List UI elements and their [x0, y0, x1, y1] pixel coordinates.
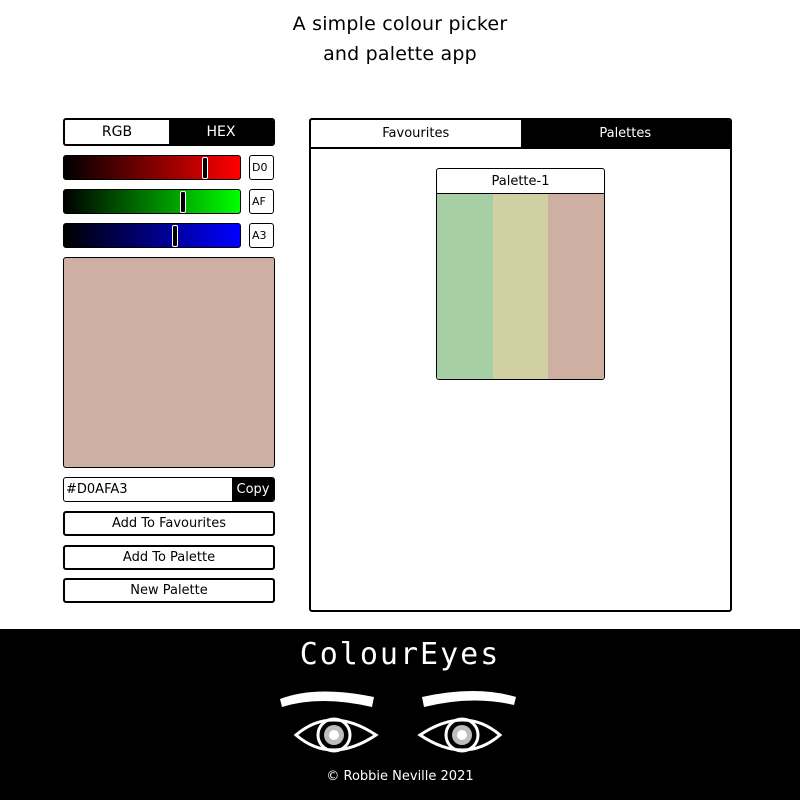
- color-preview-swatch: [63, 257, 275, 468]
- app-subtitle-line-1: A simple colour picker: [292, 13, 508, 35]
- palette-color-1[interactable]: [437, 194, 493, 379]
- green-hex-value[interactable]: AF: [249, 189, 274, 214]
- collections-panel: Favourites Palettes Palette-1: [309, 118, 732, 612]
- mode-hex-button[interactable]: HEX: [169, 120, 273, 144]
- blue-slider[interactable]: [63, 223, 241, 248]
- mode-toggle: RGB HEX: [63, 118, 275, 146]
- green-slider-handle[interactable]: [180, 191, 186, 213]
- blue-slider-handle[interactable]: [172, 225, 178, 247]
- panel-tabs: Favourites Palettes: [311, 120, 730, 149]
- add-to-palette-button[interactable]: Add To Palette: [63, 545, 275, 570]
- palette-color-2[interactable]: [492, 194, 549, 379]
- new-palette-button[interactable]: New Palette: [63, 578, 275, 603]
- palette-color-3[interactable]: [548, 194, 604, 379]
- palette-colors: [437, 194, 604, 379]
- copyright-text: © Robbie Neville 2021: [326, 769, 474, 784]
- palette-card[interactable]: Palette-1: [436, 168, 605, 380]
- add-to-favourites-button[interactable]: Add To Favourites: [63, 511, 275, 536]
- tab-palettes[interactable]: Palettes: [520, 120, 730, 147]
- mode-rgb-button[interactable]: RGB: [65, 120, 169, 144]
- eyes-logo-icon: [280, 691, 516, 753]
- blue-hex-value[interactable]: A3: [249, 223, 274, 248]
- app-subtitle-line-2: and palette app: [323, 43, 477, 65]
- palette-title: Palette-1: [437, 169, 604, 194]
- brand-logo-text: ColourEyes: [299, 637, 501, 672]
- green-slider[interactable]: [63, 189, 241, 214]
- copy-button[interactable]: Copy: [232, 478, 274, 501]
- red-hex-value[interactable]: D0: [249, 155, 274, 180]
- footer: ColourEyes © Robbie Neville 2021: [0, 629, 800, 800]
- hex-code-input[interactable]: #D0AFA3: [64, 478, 232, 501]
- hex-field: #D0AFA3 Copy: [63, 477, 275, 502]
- tab-favourites[interactable]: Favourites: [311, 120, 521, 147]
- red-slider-handle[interactable]: [202, 157, 208, 179]
- red-slider[interactable]: [63, 155, 241, 180]
